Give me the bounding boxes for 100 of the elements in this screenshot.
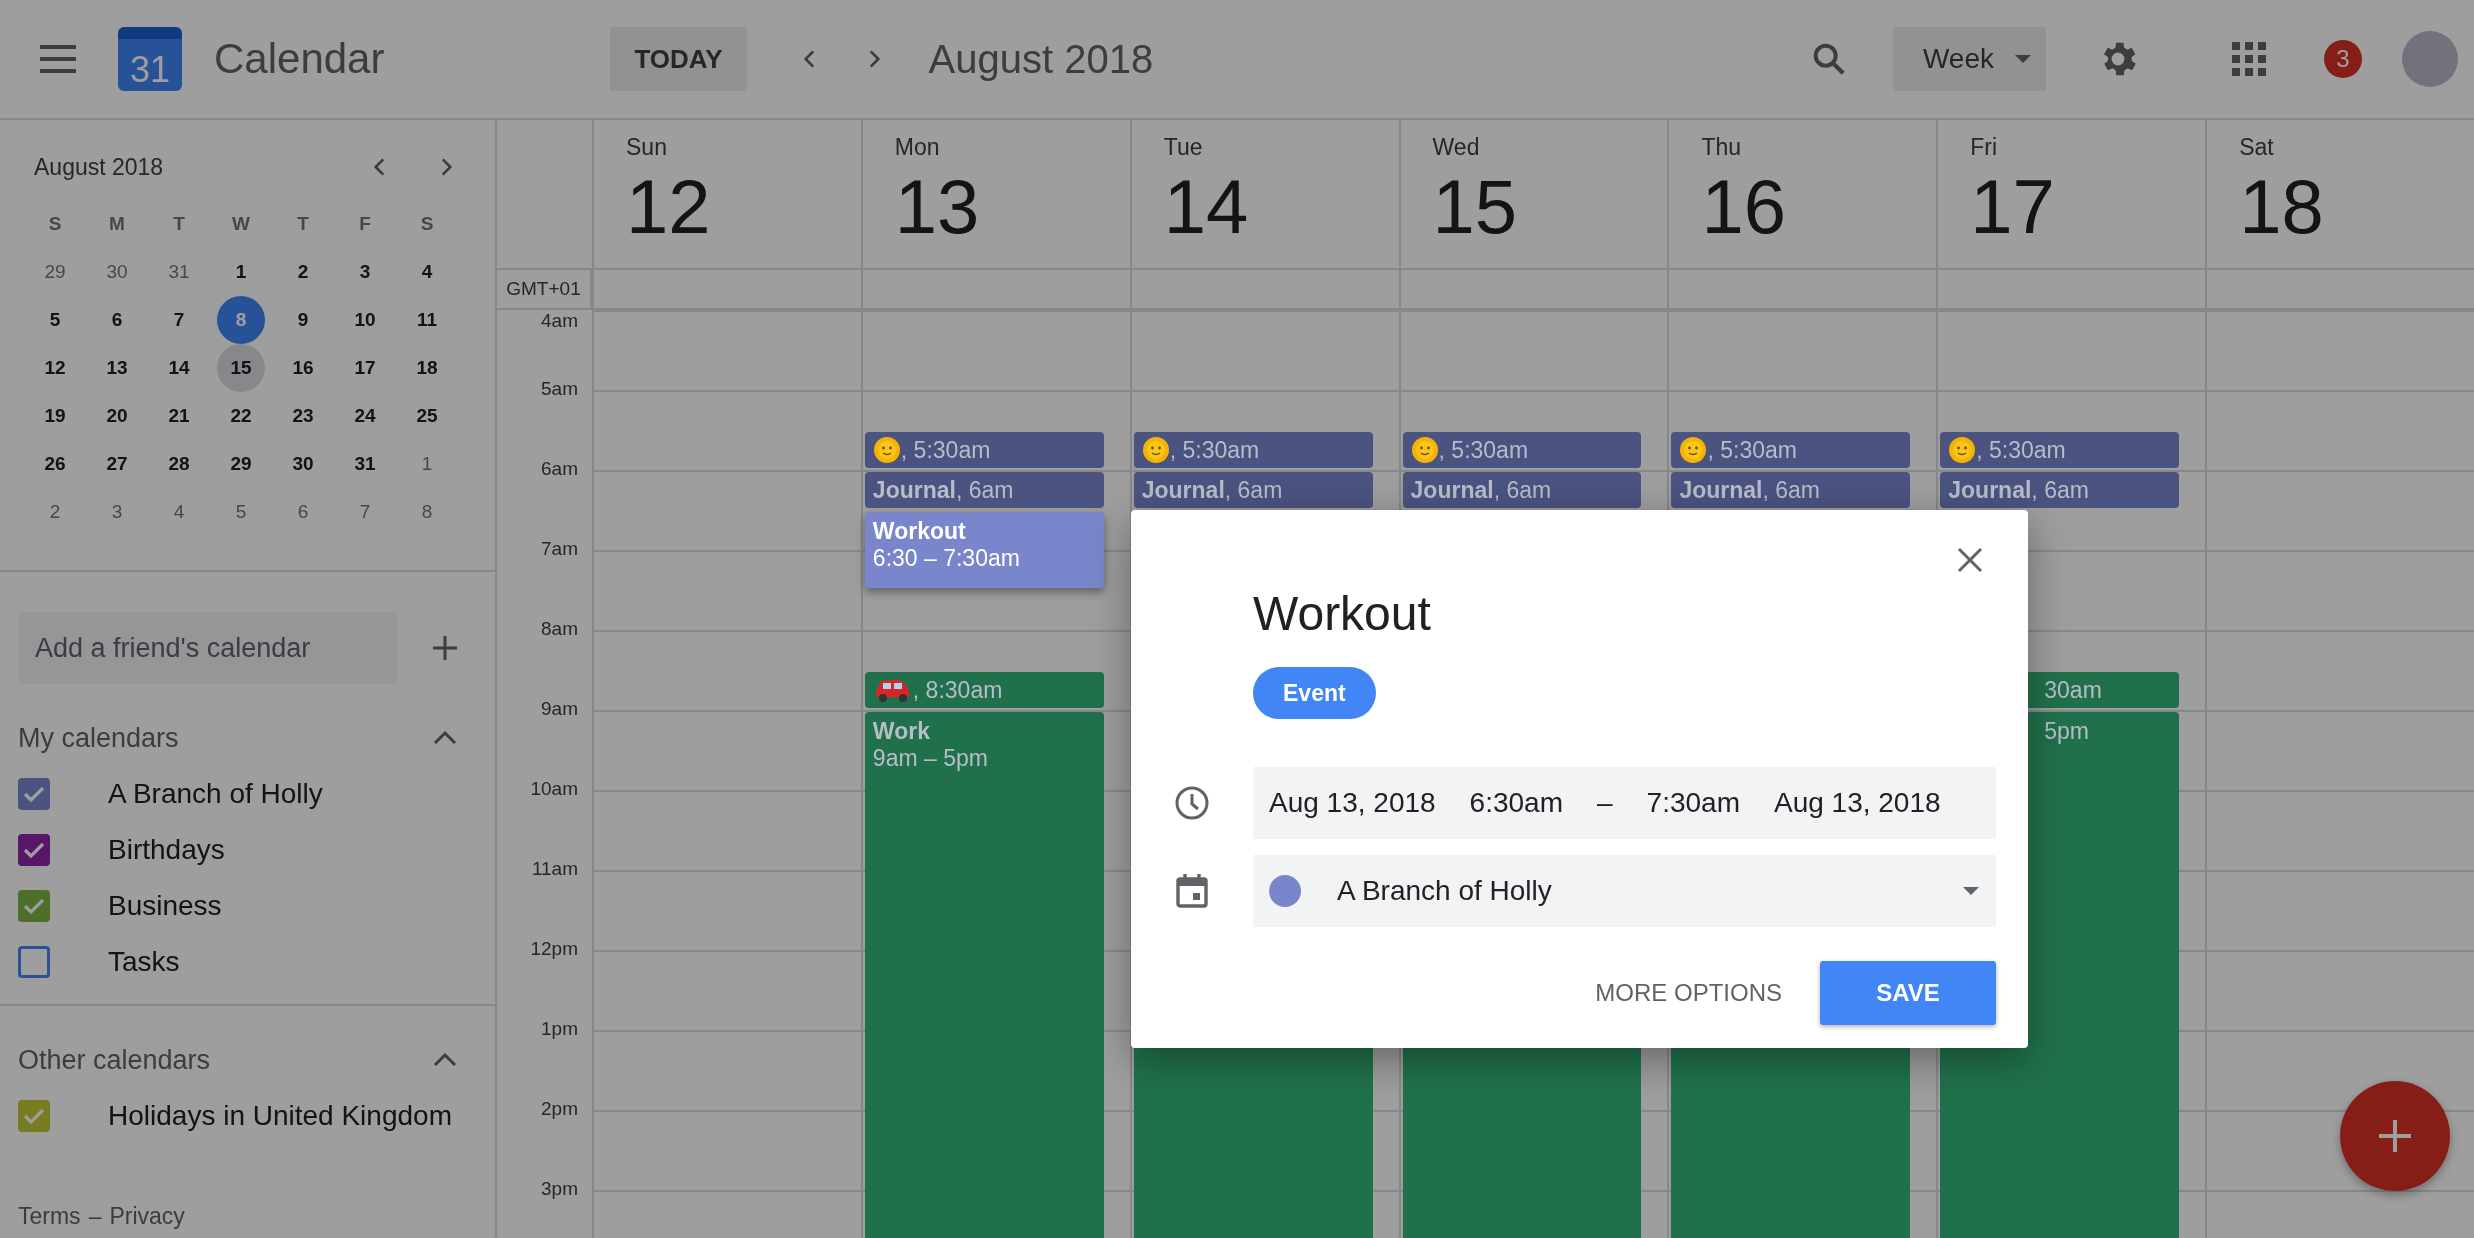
calendar-event[interactable]: , 5:30am [1402,432,1642,468]
close-icon[interactable] [1956,546,1984,574]
hour-label: 6am [541,458,578,480]
date-cell[interactable]: 15 [217,344,265,392]
date-cell[interactable]: 2 [279,248,327,296]
hour-label: 11am [531,858,578,880]
weekday-label: Fri [1970,134,1999,161]
calendar-event[interactable]: Journal, 6am [1402,472,1642,508]
date-cell[interactable]: 14 [155,344,203,392]
date-cell[interactable]: 28 [155,440,203,488]
date-cell[interactable]: 3 [341,248,389,296]
calendar-event[interactable]: , 5:30am [864,432,1104,468]
save-button[interactable]: SAVE [1820,961,1996,1025]
weekday-label: T [297,213,309,235]
date-cell[interactable]: 4 [403,248,451,296]
date-cell[interactable]: 19 [31,392,79,440]
hour-label: 1pm [541,1018,578,1040]
sun-face-icon [1948,436,1977,464]
event-title: Workout [1253,586,1432,641]
more-options-button[interactable]: MORE OPTIONS [1589,978,1788,1008]
date-cell[interactable]: 10 [341,296,389,344]
section-title: Other calendars [18,1044,212,1076]
caret-icon [1962,886,1980,896]
date-cell[interactable]: 24 [341,392,389,440]
checkbox[interactable] [18,778,50,810]
calendar-dropdown[interactable]: A Branch of Holly [1253,855,1996,927]
app-title: Calendar [214,35,385,83]
caret-icon [2014,54,2032,64]
date-cell[interactable]: 29 [31,248,79,296]
day-number[interactable]: 17 [1970,169,2206,245]
date-cell[interactable]: 30 [93,248,141,296]
date-cell[interactable]: 11 [403,296,451,344]
date-cell[interactable]: 4 [155,488,203,536]
day-number[interactable]: 14 [1163,169,1399,245]
weekday-label: S [48,213,62,235]
event-type-chip[interactable]: Event [1253,667,1376,719]
checkbox[interactable] [18,946,50,978]
plus-icon[interactable] [431,634,459,662]
calendar-name: Tasks [108,946,180,978]
calendar-event[interactable]: Journal, 6am [1671,472,1911,508]
date-cell[interactable]: 6 [93,296,141,344]
date-cell[interactable]: 17 [341,344,389,392]
date-cell[interactable]: 18 [403,344,451,392]
date-cell[interactable]: 29 [217,440,265,488]
date-cell[interactable]: 9 [279,296,327,344]
checkbox[interactable] [18,834,50,866]
calendar-event[interactable]: Journal, 6am [1940,472,2180,508]
weekday-label: Sun [626,134,668,161]
view-dropdown[interactable]: Week [1892,27,2046,91]
weekday-label: S [420,213,434,235]
checkbox[interactable] [18,1100,50,1132]
date-cell[interactable]: 27 [93,440,141,488]
date-cell[interactable]: 25 [403,392,451,440]
date-cell[interactable]: 5 [31,296,79,344]
hour-label: 4am [541,310,578,332]
weekday-label: W [232,213,250,235]
date-cell[interactable]: 31 [341,440,389,488]
date-cell[interactable]: 6 [279,488,327,536]
date-cell[interactable]: 30 [279,440,327,488]
today-button[interactable]: TODAY [610,27,747,91]
terms-link[interactable]: Terms [18,1203,81,1230]
day-number[interactable]: 15 [1432,169,1668,245]
calendar-event[interactable]: , 5:30am [1671,432,1911,468]
menu-icon[interactable] [38,44,78,74]
date-cell[interactable]: 7 [155,296,203,344]
hour-label: 9am [541,698,578,720]
calendar-event[interactable]: Journal, 6am [1133,472,1373,508]
date-cell[interactable]: 23 [279,392,327,440]
calendar-event[interactable]: , 5:30am [1940,432,2180,468]
date-cell[interactable]: 12 [31,344,79,392]
checkbox[interactable] [18,890,50,922]
calendar-event[interactable]: Journal, 6am [864,472,1104,508]
add-calendar-field[interactable]: Add a friend's calendar [19,612,397,684]
sun-face-icon [872,436,901,464]
day-number[interactable]: 13 [894,169,1130,245]
day-number[interactable]: 12 [626,169,861,245]
date-cell[interactable]: 22 [217,392,265,440]
date-cell[interactable]: 13 [93,344,141,392]
privacy-link[interactable]: Privacy [109,1203,185,1230]
check-icon [23,841,45,859]
date-cell[interactable]: 26 [31,440,79,488]
notification-badge[interactable]: 3 [2324,40,2362,78]
sun-face-icon [1679,436,1708,464]
date-cell[interactable]: 20 [93,392,141,440]
apps-icon[interactable] [2232,42,2266,76]
hour-label: 8am [541,618,578,640]
month-title: August 2018 [34,153,165,181]
weekday-label: Thu [1701,134,1743,161]
date-cell[interactable]: 21 [155,392,203,440]
create-button[interactable] [2340,1081,2450,1191]
day-number[interactable]: 16 [1701,169,1937,245]
calendar-logo: 31 [118,27,182,91]
day-number[interactable]: 18 [2239,169,2474,245]
separator: – [88,1203,102,1230]
date-time-field[interactable]: Aug 13, 2018 6:30am – 7:30am Aug 13, 2018 [1253,767,1996,839]
date-cell[interactable]: 16 [279,344,327,392]
date-cell[interactable]: 1 [217,248,265,296]
hour-label: 7am [541,538,578,560]
calendar-event[interactable]: , 5:30am [1133,432,1373,468]
calendar-event[interactable]: Workout 6:30 – 7:30am [864,512,1104,588]
